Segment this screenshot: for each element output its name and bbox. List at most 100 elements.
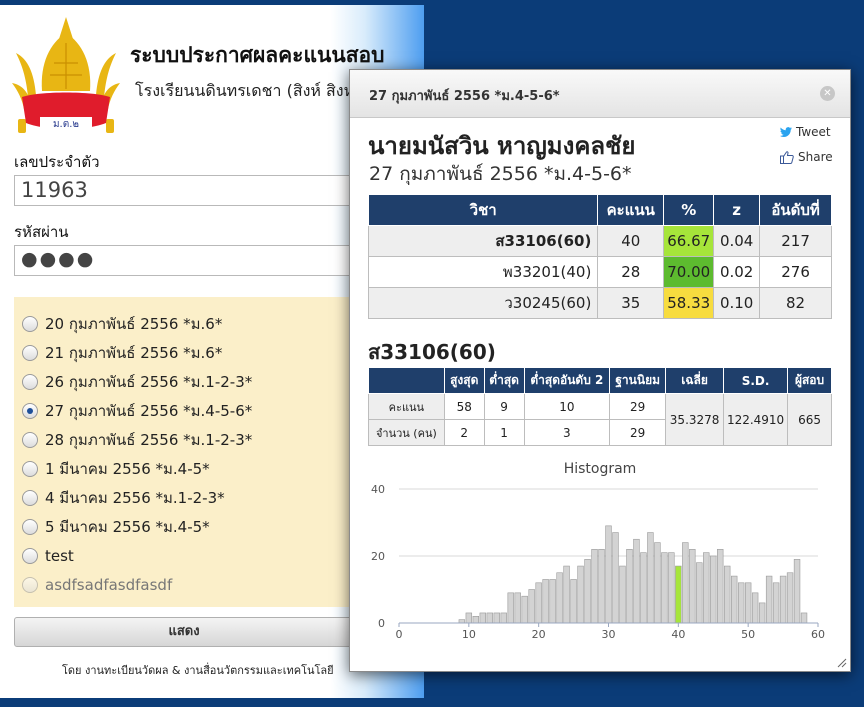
exam-option[interactable]: 26 กุมภาพันธ์ 2556 *ม.1-2-3* [14, 367, 354, 396]
dialog-title: 27 กุมภาพันธ์ 2556 *ม.4-5-6* [369, 89, 560, 104]
histogram-bar [661, 552, 668, 624]
student-id-label: เลขประจำตัว [14, 153, 100, 171]
histogram-bar [654, 542, 661, 624]
score-table: วิชา คะแนน % z อันดับที่ ส33106(60) 40 66.… [367, 194, 832, 319]
score-cell-subject: ส33106(60) [367, 225, 599, 257]
exam-option[interactable]: 28 กุมภาพันธ์ 2556 *ม.1-2-3* [14, 425, 354, 454]
stats-row-score: คะแนน 58 9 10 29 35.3278 122.4910 665 [368, 393, 832, 446]
score-cell-percent: 58.33 [663, 287, 715, 319]
histogram-bar [528, 589, 535, 624]
stats-cell: 29 [609, 393, 667, 420]
stats-cell: 3 [523, 419, 611, 446]
exam-radio[interactable] [22, 547, 38, 564]
histogram-bar [703, 552, 710, 624]
histogram-bar [765, 575, 773, 624]
exam-radio[interactable] [22, 489, 38, 506]
score-cell-rank: 82 [759, 287, 832, 319]
histogram-bar [542, 579, 549, 624]
facebook-share-button[interactable]: Share [780, 150, 833, 164]
stats-cell: 9 [483, 393, 525, 420]
score-table-body: ส33106(60) 40 66.67 0.04 217 พ33201(40) 28 70.0… [367, 225, 832, 319]
exam-option[interactable]: 4 มีนาคม 2556 *ม.1-2-3* [14, 483, 354, 512]
histogram-bar [689, 549, 696, 624]
student-id-input[interactable]: 11963 [14, 175, 354, 206]
exam-option[interactable]: test [14, 541, 354, 570]
stats-title: ส33106(60) [368, 340, 496, 364]
histogram-bar [786, 572, 794, 624]
histogram-bar [800, 612, 808, 624]
histogram-bar [682, 542, 689, 624]
col-score: คะแนน [597, 194, 665, 226]
x-tick-label: 50 [741, 628, 755, 641]
password-input[interactable]: ●●●● [14, 245, 354, 276]
score-row: พ33201(40) 28 70.00 0.02 276 [367, 256, 832, 288]
histogram-bar [479, 612, 486, 624]
histogram-bar [556, 572, 563, 624]
y-tick-label: 0 [378, 617, 385, 630]
score-cell-rank: 217 [759, 225, 832, 257]
histogram-bar [570, 579, 577, 624]
x-tick-label: 40 [671, 628, 685, 641]
histogram-bar [584, 559, 591, 624]
exam-radio [22, 576, 38, 593]
exam-option[interactable]: 20 กุมภาพันธ์ 2556 *ม.6* [14, 309, 354, 338]
stats-col-min2: ต่ำสุดอันดับ 2 [523, 367, 611, 394]
exam-radio[interactable] [22, 315, 38, 332]
svg-text:ม.ต.๒: ม.ต.๒ [53, 119, 79, 130]
exam-radio-list: 20 กุมภาพันธ์ 2556 *ม.6* 21 กุมภาพันธ์ 25… [14, 297, 354, 607]
histogram-bar [465, 612, 473, 624]
exam-option[interactable]: 21 กุมภาพันธ์ 2556 *ม.6* [14, 338, 354, 367]
score-table-header: วิชา คะแนน % z อันดับที่ [367, 194, 832, 226]
exam-radio[interactable] [22, 460, 38, 477]
histogram-bar [772, 582, 780, 624]
thumbs-up-icon [780, 150, 794, 164]
tweet-button[interactable]: Tweet [780, 125, 831, 139]
exam-radio[interactable] [22, 518, 38, 535]
exam-option-label: asdfsadfasdfasdf [45, 575, 173, 594]
stats-col-count: ผู้สอบ [787, 367, 832, 394]
score-row: ว30245(60) 35 58.33 0.10 82 [367, 287, 832, 319]
exam-option-label: 4 มีนาคม 2556 *ม.1-2-3* [45, 488, 225, 507]
histogram-bar [758, 602, 766, 624]
resize-grip-icon[interactable] [835, 656, 847, 668]
score-cell-percent: 66.67 [663, 225, 715, 257]
exam-radio[interactable] [22, 344, 38, 361]
school-name: โรงเรียนนดินทรเดชา (สิงห์ สิงหเสนี) [135, 81, 350, 100]
y-tick-label: 40 [371, 483, 385, 496]
close-icon[interactable]: ✕ [820, 86, 835, 101]
stats-sd: 122.4910 [723, 393, 789, 446]
x-tick-label: 10 [462, 628, 476, 641]
histogram-bar [535, 582, 542, 624]
score-cell-score: 35 [597, 287, 665, 319]
exam-option[interactable]: 5 มีนาคม 2556 *ม.4-5* [14, 512, 354, 541]
histogram-bar [521, 595, 528, 624]
exam-option-label: 1 มีนาคม 2556 *ม.4-5* [45, 459, 210, 478]
histogram-bar [591, 549, 598, 624]
footer-credit: โดย งานทะเบียนวัดผล & งานสื่อนวัตกรรมและ… [62, 664, 334, 677]
exam-option-label: 21 กุมภาพันธ์ 2556 *ม.6* [45, 343, 223, 362]
histogram-title: Histogram [564, 461, 637, 477]
share-label: Share [798, 150, 833, 164]
stats-col-max: สูงสุด [443, 367, 485, 394]
x-tick-label: 20 [532, 628, 546, 641]
histogram-bar [626, 549, 633, 624]
exam-subtitle: 27 กุมภาพันธ์ 2556 *ม.4-5-6* [369, 163, 632, 185]
result-dialog: 27 กุมภาพันธ์ 2556 *ม.4-5-6* ✕ นายมนัสวิ… [349, 69, 851, 672]
histogram-bar [779, 575, 787, 624]
stats-col-mode: ฐานนิยม [609, 367, 667, 394]
exam-radio[interactable] [22, 431, 38, 448]
histogram-bar [598, 549, 605, 624]
dialog-header: 27 กุมภาพันธ์ 2556 *ม.4-5-6* ✕ [350, 70, 850, 118]
histogram-chart: Histogram 0 20 40 0 10 20 30 40 50 60 [371, 461, 825, 641]
exam-option[interactable]: 1 มีนาคม 2556 *ม.4-5* [14, 454, 354, 483]
show-button[interactable]: แสดง [14, 617, 354, 647]
exam-radio[interactable] [22, 373, 38, 390]
score-cell-score: 40 [597, 225, 665, 257]
histogram-bar [500, 612, 507, 624]
stats-cell: 10 [523, 393, 611, 420]
exam-option-label: 5 มีนาคม 2556 *ม.4-5* [45, 517, 210, 536]
histogram-bar [744, 582, 752, 624]
exam-radio[interactable] [22, 402, 38, 419]
stats-col-blank [368, 367, 445, 394]
exam-option[interactable]: 27 กุมภาพันธ์ 2556 *ม.4-5-6* [14, 396, 354, 425]
